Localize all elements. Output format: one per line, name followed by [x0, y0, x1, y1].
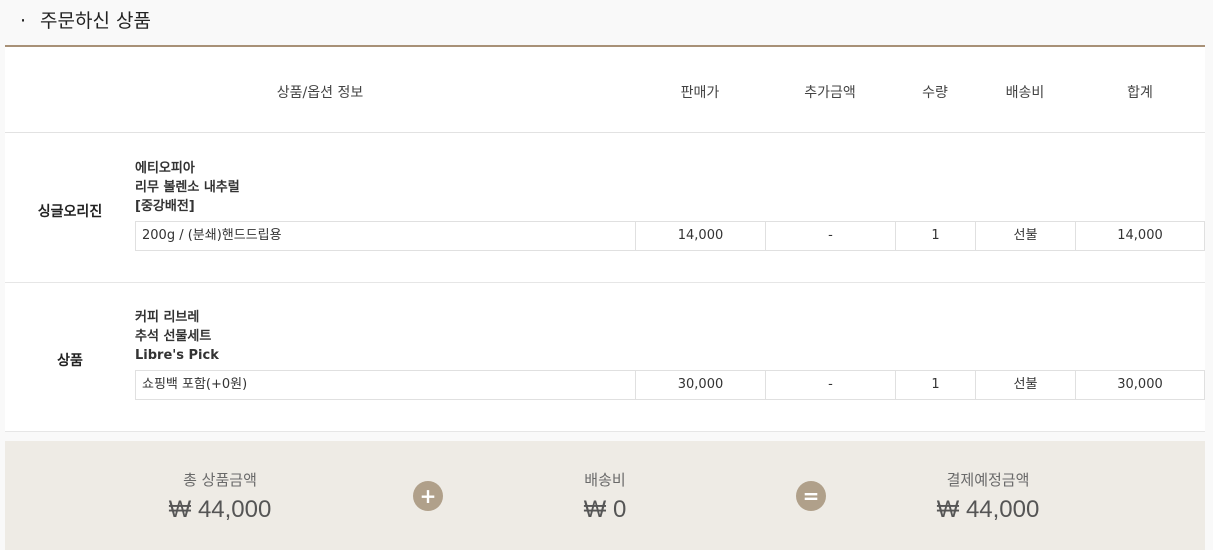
qty-cell: 1	[895, 371, 975, 399]
product-group: 싱글오리진 에티오피아 리무 볼렌소 내추럴 [중강배전] 200g / (분쇄…	[5, 133, 1205, 283]
total-cell: 30,000	[1075, 371, 1204, 399]
shipping-value: ₩ 0	[583, 496, 627, 523]
option-row: 쇼핑백 포함(+0원) 30,000 - 1 선불 30,000	[135, 370, 1205, 400]
header-qty: 수량	[922, 85, 948, 101]
option-text: 200g / (분쇄)핸드드립용	[142, 228, 282, 243]
product-name-line: 리무 볼렌소 내추럴	[135, 180, 240, 195]
price-cell: 14,000	[635, 222, 765, 250]
qty-cell: 1	[895, 222, 975, 250]
total-label: 결제예정금액	[946, 471, 1030, 489]
shipping-label: 배송비	[584, 471, 626, 489]
shipping-block: 배송비 ₩ 0	[495, 469, 715, 524]
extra-cell: -	[765, 222, 895, 250]
total-cell: 14,000	[1075, 222, 1204, 250]
option-text: 쇼핑백 포함(+0원)	[142, 377, 248, 392]
price-cell: 30,000	[635, 371, 765, 399]
product-category: 상품	[57, 353, 83, 369]
product-name-line: 추석 선물세트	[135, 329, 212, 344]
header-extra: 추가금액	[804, 85, 856, 101]
order-summary: 총 상품금액 ₩ 44,000 + 배송비 ₩ 0 = 결제예정금액 ₩ 44,…	[5, 441, 1205, 550]
section-title: · 주문하신 상품	[20, 6, 151, 33]
subtotal-label: 총 상품금액	[183, 471, 257, 489]
product-name[interactable]: 에티오피아 리무 볼렌소 내추럴 [중강배전]	[135, 159, 240, 216]
total-block: 결제예정금액 ₩ 44,000	[878, 469, 1098, 524]
product-name-line: [중강배전]	[135, 199, 195, 214]
header-shipping: 배송비	[1005, 85, 1045, 101]
equals-icon: =	[796, 481, 826, 511]
plus-icon: +	[413, 481, 443, 511]
total-value: ₩ 44,000	[936, 496, 1040, 523]
subtotal-block: 총 상품금액 ₩ 44,000	[110, 469, 330, 524]
bullet-icon: ·	[20, 10, 27, 32]
product-category: 싱글오리진	[37, 204, 103, 220]
shipping-cell: 선불	[975, 222, 1075, 250]
header-price: 판매가	[680, 85, 720, 101]
order-items-table: 상품/옵션 정보 판매가 추가금액 수량 배송비 합계 싱글오리진 에티오피아 …	[5, 45, 1205, 432]
product-name[interactable]: 커피 리브레 추석 선물세트 Libre's Pick	[135, 308, 219, 365]
table-header: 상품/옵션 정보 판매가 추가금액 수량 배송비 합계	[5, 47, 1205, 133]
product-group: 상품 커피 리브레 추석 선물세트 Libre's Pick 쇼핑백 포함(+0…	[5, 283, 1205, 432]
shipping-cell: 선불	[975, 371, 1075, 399]
option-row: 200g / (분쇄)핸드드립용 14,000 - 1 선불 14,000	[135, 221, 1205, 251]
product-name-line: 에티오피아	[135, 161, 195, 176]
product-name-line: Libre's Pick	[135, 348, 219, 363]
header-product: 상품/옵션 정보	[276, 85, 364, 101]
product-name-line: 커피 리브레	[135, 310, 200, 325]
extra-cell: -	[765, 371, 895, 399]
header-total: 합계	[1127, 85, 1153, 101]
subtotal-value: ₩ 44,000	[168, 496, 272, 523]
section-title-text: 주문하신 상품	[40, 10, 151, 32]
